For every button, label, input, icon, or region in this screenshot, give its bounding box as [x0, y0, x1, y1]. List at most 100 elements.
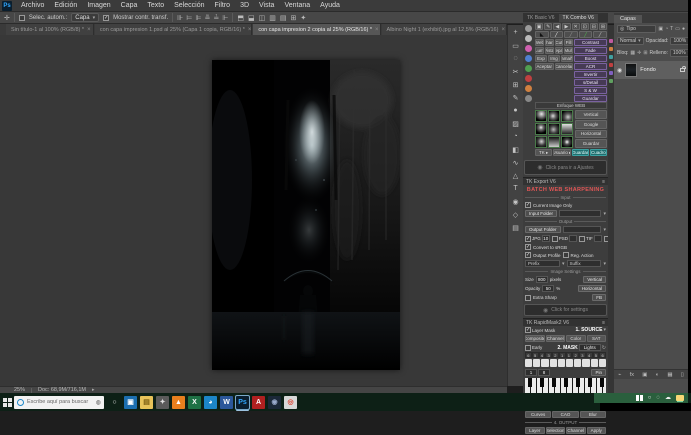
taskbar-app-icon[interactable]: X: [188, 396, 201, 409]
refresh-icon[interactable]: ↻: [602, 345, 606, 351]
menu-item[interactable]: Vista: [254, 0, 279, 12]
tool-button[interactable]: △: [510, 170, 522, 181]
align-icon[interactable]: ⊫: [195, 14, 201, 22]
zone-value-2[interactable]: 8: [538, 369, 550, 376]
panel-menu-icon[interactable]: ≡: [602, 179, 605, 185]
fb-button[interactable]: FB: [592, 294, 606, 301]
layers-action-icon[interactable]: fx: [630, 372, 634, 378]
zone-key[interactable]: [591, 359, 598, 367]
document-tab[interactable]: con capa impresion 1.psd al 25% (Capa 1 …: [95, 24, 252, 35]
tk-action-button[interactable]: Vista: [545, 47, 554, 54]
zone-value-1[interactable]: 1: [525, 369, 537, 376]
tk-action-button[interactable]: Img: [548, 55, 560, 62]
collapsed-panel-icon[interactable]: [609, 39, 613, 43]
rapidmask-panel-tab[interactable]: TK RapidMask2 V6 ≡: [523, 318, 608, 326]
taskbar-search[interactable]: Escribe aquí para buscar ◍: [14, 396, 104, 409]
tk-adjust-button[interactable]: S & W: [574, 87, 607, 94]
mask-thumbnail[interactable]: [548, 123, 560, 135]
close-icon[interactable]: ×: [375, 27, 379, 33]
format-checkbox[interactable]: [525, 236, 531, 242]
tk-footer-button[interactable]: Usuario ▸: [553, 149, 570, 156]
taskbar-app-icon[interactable]: ◉: [268, 396, 281, 409]
mask-strength-button[interactable]: 3: [545, 352, 552, 358]
tk-action-button[interactable]: Cancelar: [555, 63, 574, 70]
filter-icon[interactable]: ▣: [658, 26, 663, 32]
search-input[interactable]: Escribe aquí para buscar: [27, 399, 93, 405]
mask-strength-button[interactable]: 5: [593, 352, 600, 358]
align-icon[interactable]: ≟: [213, 14, 219, 22]
tk-footer-button[interactable]: Cuadro: [590, 149, 607, 156]
option-icon[interactable]: ▤: [280, 14, 287, 22]
show-transform-checkbox[interactable]: [103, 15, 109, 21]
filter-icon[interactable]: ●: [682, 26, 685, 32]
blend-mode-dropdown[interactable]: Normal ▾: [617, 37, 644, 45]
close-icon[interactable]: ×: [248, 27, 252, 33]
mask-strength-button[interactable]: 6: [525, 352, 532, 358]
mask-strength-button[interactable]: 2: [552, 352, 559, 358]
luminosity-piano-keys[interactable]: [525, 378, 606, 394]
file-explorer-tray-icon[interactable]: [676, 395, 684, 401]
tk-adjust-button[interactable]: Fade: [574, 47, 607, 54]
filter-icon[interactable]: ◔: [665, 26, 668, 32]
tk-action-button[interactable]: Fill: [564, 39, 573, 46]
chevron-down-icon[interactable]: ▾: [562, 261, 565, 267]
menu-item[interactable]: Selección: [169, 0, 209, 12]
option-icon[interactable]: ⬒: [237, 14, 244, 22]
tray-circle-icon[interactable]: ○: [648, 395, 652, 401]
chevron-down-icon[interactable]: ▾: [603, 211, 606, 217]
layers-action-icon[interactable]: ◐: [656, 372, 659, 378]
zone-key[interactable]: [550, 359, 557, 367]
tk-icon-button[interactable]: ⊟: [590, 23, 598, 30]
tool-button[interactable]: ✂: [510, 66, 522, 77]
tab-layers[interactable]: Capas: [614, 15, 642, 23]
format-value[interactable]: [569, 235, 577, 242]
tool-button[interactable]: ◌: [510, 53, 522, 64]
mask-strength-button[interactable]: 2: [572, 352, 579, 358]
pin-button[interactable]: Pin: [591, 369, 606, 376]
output-profile-checkbox[interactable]: [525, 252, 531, 258]
option-icon[interactable]: ◫: [259, 14, 266, 22]
mask-type-dropdown[interactable]: Lights: [579, 344, 601, 351]
menu-item[interactable]: Ventana: [279, 0, 315, 12]
tk-module-icon[interactable]: [525, 85, 532, 92]
tk-adjust-button[interactable]: Boost: [574, 55, 607, 62]
mask-strength-button[interactable]: 1: [559, 352, 566, 358]
align-icon[interactable]: ⊩: [222, 14, 228, 22]
align-icon[interactable]: ⊨: [186, 14, 192, 22]
layer-name[interactable]: Fondo: [640, 67, 656, 73]
panel-tab[interactable]: TK Basic V6: [523, 14, 559, 22]
tk-module-icon[interactable]: [525, 45, 532, 52]
tool-button[interactable]: T: [510, 183, 522, 194]
source-button[interactable]: Channel: [546, 335, 566, 342]
chevron-down-icon[interactable]: ▾: [603, 261, 606, 267]
tk-module-icon[interactable]: [525, 95, 532, 102]
tk-icon-button[interactable]: ▣: [535, 23, 543, 30]
tool-button[interactable]: ⊞: [510, 79, 522, 90]
adjustments-hint[interactable]: ◉ Click para ir a Ajustes: [524, 160, 607, 175]
early-checkbox[interactable]: [525, 345, 531, 351]
tk-action-button[interactable]: Lum: [535, 47, 544, 54]
zone-key[interactable]: [525, 359, 532, 367]
mask-thumbnail[interactable]: [535, 136, 547, 148]
menu-item[interactable]: Archivo: [16, 0, 49, 12]
option-icon[interactable]: ⬓: [248, 14, 255, 22]
option-icon[interactable]: ▥: [269, 14, 276, 22]
tk-adjust-button[interactable]: Invertir: [574, 71, 607, 78]
mask-thumbnail[interactable]: [561, 136, 573, 148]
collapsed-panel-icon[interactable]: [609, 63, 613, 67]
tray-info-icon[interactable]: ◌: [656, 395, 660, 401]
menu-item[interactable]: Capa: [116, 0, 143, 12]
filter-icon[interactable]: ▭: [675, 26, 680, 32]
reg-action-checkbox[interactable]: [563, 252, 569, 258]
auto-select-dropdown[interactable]: Capa ▾: [71, 13, 99, 22]
collapsed-panel-icon[interactable]: [609, 47, 613, 51]
menu-item[interactable]: Edición: [49, 0, 82, 12]
zone-key[interactable]: [558, 359, 565, 367]
zone-key[interactable]: [541, 359, 548, 367]
current-image-checkbox[interactable]: [525, 202, 531, 208]
mask-thumbnail[interactable]: [561, 123, 573, 135]
tool-button[interactable]: ◔: [510, 131, 522, 142]
tool-button[interactable]: ∿: [510, 157, 522, 168]
close-icon[interactable]: ×: [87, 27, 91, 33]
opacity-input[interactable]: 50: [542, 285, 554, 292]
